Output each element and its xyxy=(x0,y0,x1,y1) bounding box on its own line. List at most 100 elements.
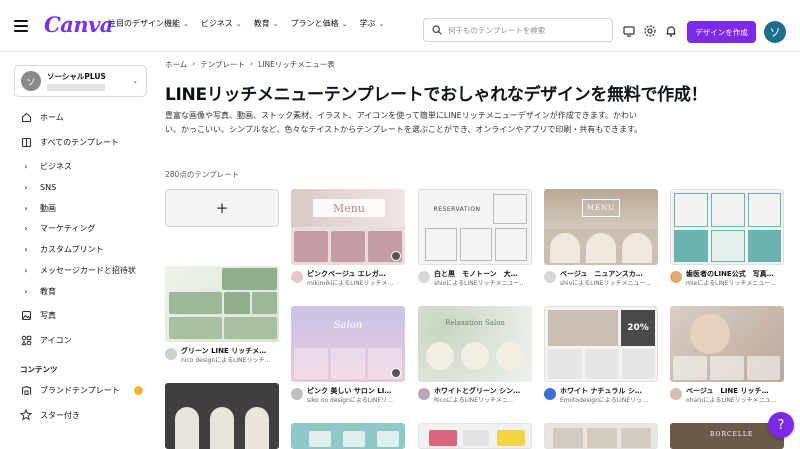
template-thumbnail: Relaxation Salon xyxy=(418,306,532,382)
template-title: ピンク 美しい サロン LI… xyxy=(307,387,392,395)
template-author: shioによるLINEリッチメニュー… xyxy=(560,280,652,287)
sidebar-item-starred[interactable]: スター付き xyxy=(20,406,80,424)
template-card[interactable]: MENU ベージュ ニュアンスカ… shioによるLINEリッチメニュー… xyxy=(544,189,658,288)
search-icon xyxy=(432,25,442,35)
template-title: ホワイト ナチュラル シ… xyxy=(560,387,642,395)
template-card[interactable]: Menu ピンクベージュ エレガ… mikimikiによるLINEリッチメ… xyxy=(291,189,405,288)
page-description: 豊富な画像や写真、動画、ストック素材、イラスト、アイコンを使って簡単にLINEリ… xyxy=(165,111,643,134)
sidebar-item-video[interactable]: › 動画 xyxy=(20,199,56,217)
template-card[interactable] xyxy=(544,423,658,449)
template-card[interactable]: ベージュ LINE リッチ… oharuによるLINEリッチメニュ… xyxy=(670,306,784,405)
content-section-heading: コンテンツ xyxy=(20,365,58,374)
sidebar-item-icons[interactable]: アイコン xyxy=(20,331,72,349)
chevron-right-icon: › xyxy=(24,223,28,233)
avatar[interactable]: ソ xyxy=(764,21,786,43)
template-author: RicoによるLINEリッチメニ… xyxy=(434,397,515,404)
sidebar-item-all-templates[interactable]: すべてのテンプレート xyxy=(20,133,119,151)
chevron-down-icon: ⌄ xyxy=(341,19,348,28)
sidebar-item-marketing[interactable]: › マーケティング xyxy=(20,219,95,237)
template-thumbnail: RESERVATION xyxy=(418,189,532,265)
sidebar-item-sns[interactable]: › SNS xyxy=(20,178,56,196)
breadcrumb-templates[interactable]: テンプレート xyxy=(200,59,245,70)
template-thumbnail: BORCELLE xyxy=(670,423,784,449)
template-author: shioによるLINEリッチメニュー… xyxy=(434,280,526,287)
chevron-down-icon: ⌄ xyxy=(235,19,242,28)
breadcrumb: ホーム › テンプレート › LINEリッチメニュー表 xyxy=(165,59,335,70)
thumb-label: Relaxation Salon xyxy=(445,319,505,327)
search-box[interactable] xyxy=(423,18,613,42)
creator-avatar xyxy=(418,388,430,400)
template-card[interactable]: Relaxation Salon ホワイトとグリーン シン… RicoによるLIN… xyxy=(418,306,532,405)
template-card[interactable]: グリーン LINE リッチメ… nico designによるLINEリッチ… xyxy=(165,266,279,365)
chevron-down-icon: ⌄ xyxy=(183,19,189,28)
chevron-right-icon: › xyxy=(24,182,28,192)
thumb-label: BORCELLE xyxy=(710,431,754,438)
creator-avatar xyxy=(418,271,430,283)
create-design-button[interactable]: デザインを作成 xyxy=(687,21,756,43)
thumb-label: Salon xyxy=(333,319,363,331)
template-card[interactable]: Salon ピンク 美しい サロン LI… siko no designによるLI… xyxy=(291,306,405,405)
creator-avatar xyxy=(165,348,177,360)
thumb-label: MENU xyxy=(582,199,620,217)
nav-item-education[interactable]: 教育 ⌄ xyxy=(254,18,279,29)
template-card[interactable]: 20% ホワイト ナチュラル シ… EmiitodesignによるLINEリッ… xyxy=(544,306,658,405)
premium-crown-icon xyxy=(133,385,143,395)
template-author: EmiitodesignによるLINEリッ… xyxy=(560,397,649,404)
template-thumbnail xyxy=(165,266,279,342)
nav-item-pricing[interactable]: プランと価格 ⌄ xyxy=(291,18,348,29)
template-card[interactable]: BORCELLE xyxy=(670,423,784,449)
template-thumbnail xyxy=(291,423,405,449)
main-nav: 注目のデザイン機能 ⌄ ビジネス ⌄ 教育 ⌄ プランと価格 ⌄ 学ぶ ⌄ xyxy=(108,18,384,29)
canva-logo[interactable]: Canva xyxy=(44,12,113,37)
chevron-down-icon: ⌄ xyxy=(272,19,279,28)
breadcrumb-separator: › xyxy=(250,59,254,68)
desktop-app-icon[interactable] xyxy=(622,24,636,38)
chevron-down-icon: ⌄ xyxy=(132,77,138,85)
breadcrumb-separator: › xyxy=(192,59,196,68)
sidebar-item-business[interactable]: › ビジネス xyxy=(20,157,72,175)
nav-item-business[interactable]: ビジネス ⌄ xyxy=(201,18,242,29)
template-card[interactable]: RESERVATION 白と黒 モノトーン 大… shioによるLINEリッチメニ… xyxy=(418,189,532,288)
template-author: mikimikiによるLINEリッチメ… xyxy=(307,280,394,287)
nav-item-features[interactable]: 注目のデザイン機能 ⌄ xyxy=(108,18,189,29)
chevron-right-icon: › xyxy=(24,203,28,213)
gear-icon[interactable] xyxy=(643,24,657,38)
chevron-down-icon: ⌄ xyxy=(378,19,385,28)
menu-icon[interactable] xyxy=(14,20,28,32)
template-card[interactable]: 歯医者のLINE公式 写真… mieによるLINEリッチメニュー… xyxy=(670,189,784,288)
bell-icon[interactable] xyxy=(664,24,678,38)
page-title: LINEリッチメニューテンプレートでおしゃれなデザインを無料で作成！ xyxy=(165,85,708,105)
breadcrumb-current: LINEリッチメニュー表 xyxy=(258,60,335,69)
template-card[interactable] xyxy=(165,383,279,449)
creator-avatar xyxy=(291,271,303,283)
template-thumbnail: 20% xyxy=(544,306,658,382)
template-card[interactable] xyxy=(418,423,532,449)
chevron-right-icon: › xyxy=(24,286,28,296)
template-thumbnail xyxy=(418,423,532,449)
team-switcher[interactable]: ソ ソーシャルPLUS ⌄ xyxy=(14,65,147,97)
template-card[interactable] xyxy=(291,423,405,449)
template-thumbnail: MENU xyxy=(544,189,658,265)
template-title: ピンクベージュ エレガ… xyxy=(307,270,386,278)
help-button[interactable]: ? xyxy=(768,412,794,438)
sidebar-item-education[interactable]: › 教育 xyxy=(20,282,56,300)
template-author: mieによるLINEリッチメニュー… xyxy=(686,280,777,287)
sidebar-item-photos[interactable]: 写真 xyxy=(20,306,56,324)
template-title: ベージュ LINE リッチ… xyxy=(686,387,769,395)
create-blank-button[interactable]: + xyxy=(165,189,279,227)
template-count: 280点のテンプレート xyxy=(165,170,240,179)
template-title: ホワイトとグリーン シン… xyxy=(434,387,521,395)
template-title: グリーン LINE リッチメ… xyxy=(181,347,267,355)
creator-avatar xyxy=(291,388,303,400)
template-thumbnail xyxy=(544,423,658,449)
shapes-icon xyxy=(20,334,32,346)
sidebar-item-cards[interactable]: › メッセージカードと招待状 xyxy=(20,261,135,279)
template-thumbnail xyxy=(670,189,784,265)
sidebar-item-custom-print[interactable]: › カスタムプリント xyxy=(20,240,103,258)
sidebar-item-home[interactable]: ホーム xyxy=(20,108,64,126)
breadcrumb-home[interactable]: ホーム xyxy=(165,59,187,70)
search-input[interactable] xyxy=(448,25,608,35)
nav-item-learn[interactable]: 学ぶ ⌄ xyxy=(360,18,385,29)
creator-avatar xyxy=(544,271,556,283)
sidebar-item-brand-templates[interactable]: ブランドテンプレート xyxy=(20,381,143,399)
